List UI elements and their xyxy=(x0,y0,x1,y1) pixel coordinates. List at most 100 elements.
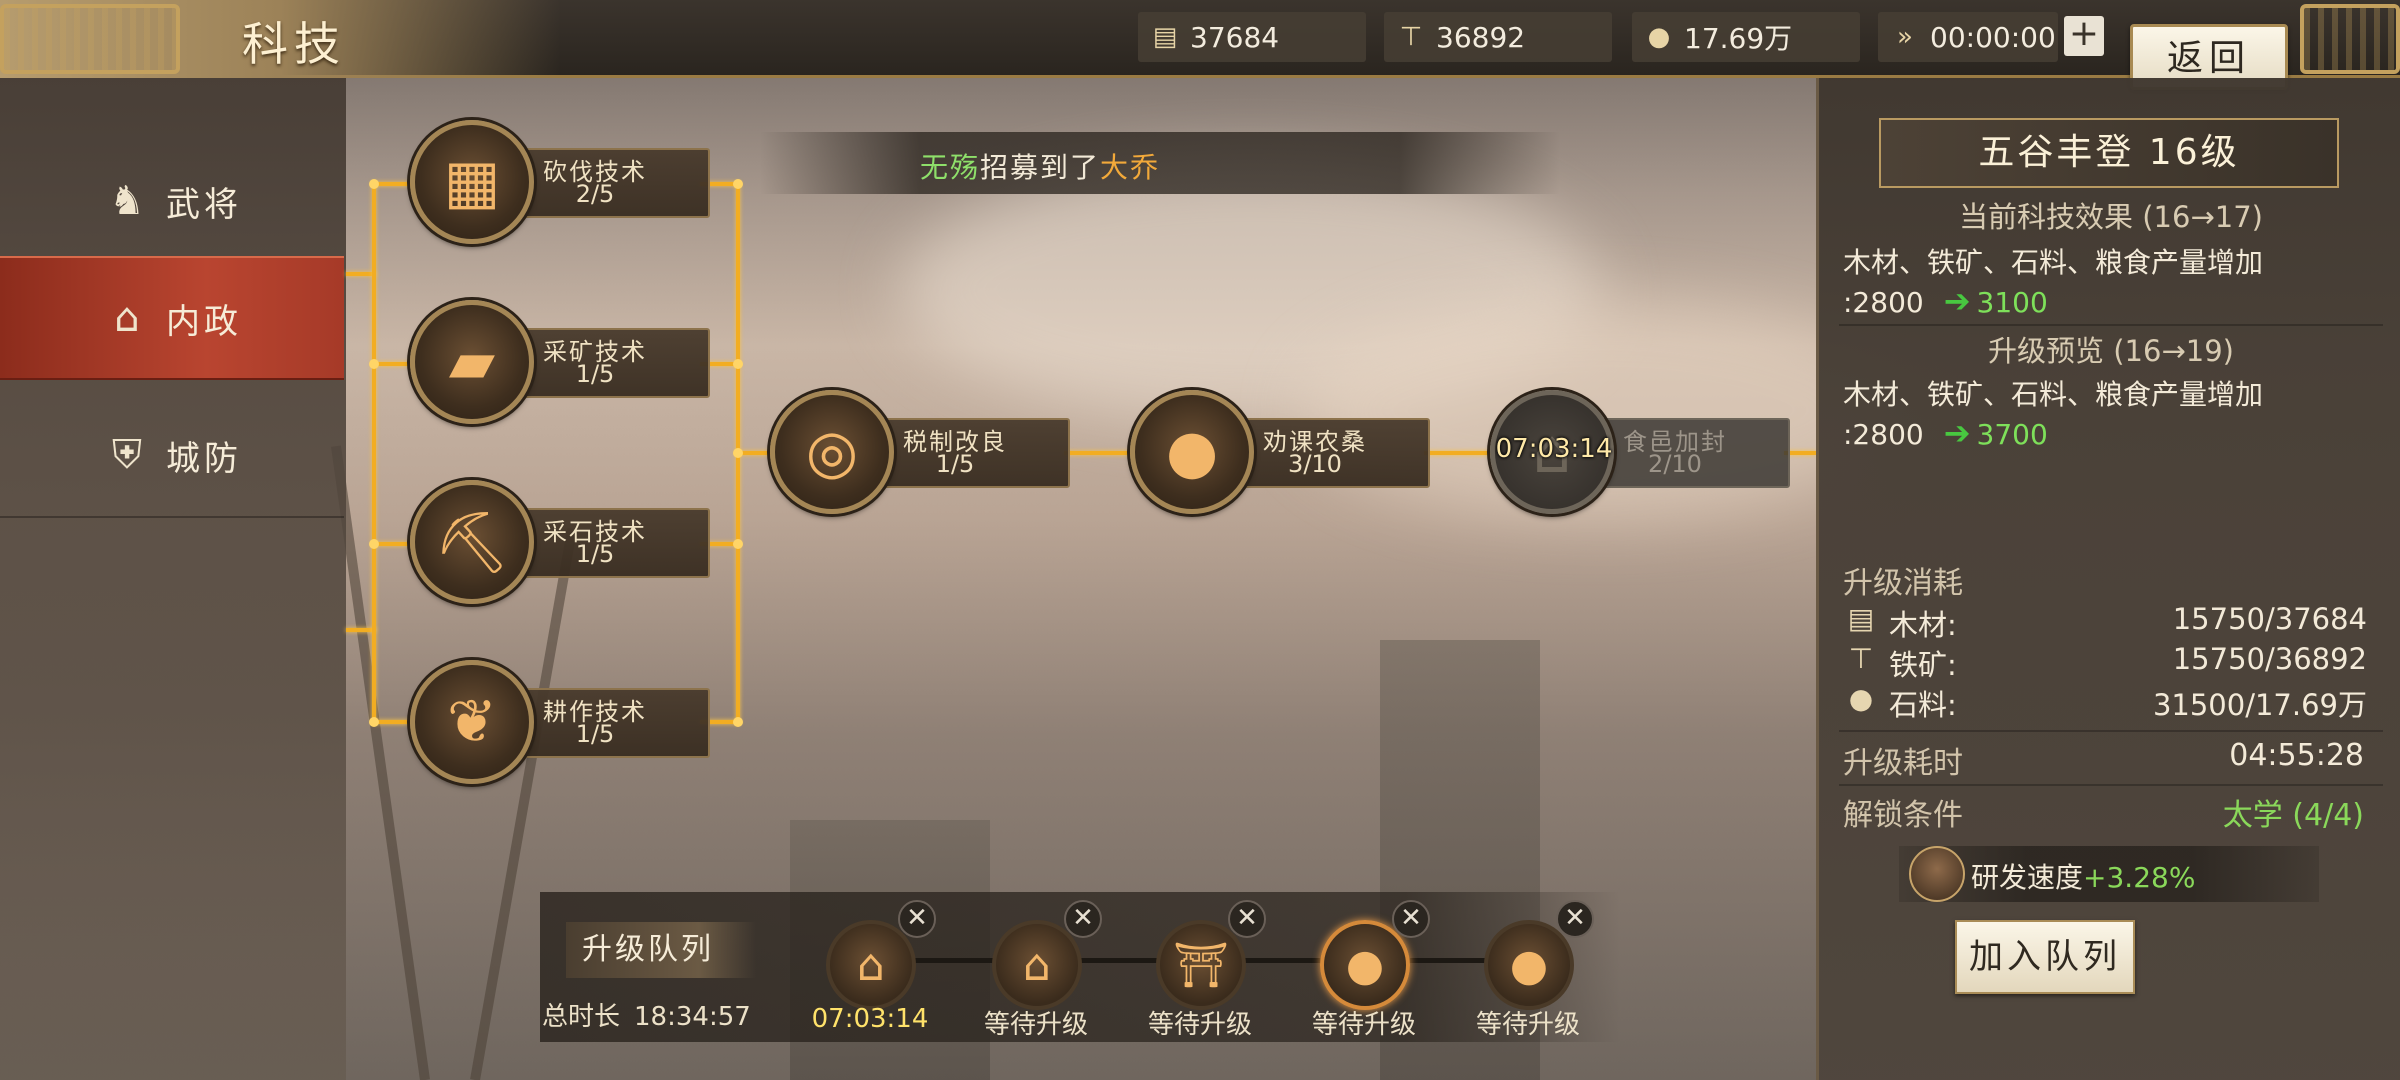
research-speed-text: 研发速度+3.28% xyxy=(1971,856,2195,896)
cost-row-stone: ● 石料: 31500/17.69万 xyxy=(1843,682,2367,722)
tech-node-logging[interactable]: 砍伐技术 2/5 ▦ xyxy=(410,120,710,244)
research-speed-label: 研发速度 xyxy=(1971,861,2084,894)
research-speed-value: +3.28% xyxy=(2083,861,2196,894)
cost-value-stone: 31500/17.69万 xyxy=(2152,688,2367,722)
wood-icon: ▤ xyxy=(1152,22,1178,52)
detail-title: 五谷丰登 16级 xyxy=(1879,118,2339,188)
sidebar-item-domestic[interactable]: ⌂ 内政 xyxy=(0,256,344,380)
defense-icon: ⛨ xyxy=(112,432,146,478)
queue-slot-label: 等待升级 xyxy=(983,1010,1088,1040)
divider xyxy=(1839,730,2383,732)
banner-hero: 无殇 xyxy=(920,151,981,184)
current-effect-desc: 木材、铁矿、石料、粮食产量增加 xyxy=(1843,246,2264,279)
resource-stone: ● 17.69万 xyxy=(1632,12,1860,62)
tree-node-dot xyxy=(369,539,379,549)
close-icon[interactable]: ✕ xyxy=(1064,900,1102,938)
tech-node-fief[interactable]: 食邑加封 2/10 ⌂ 07:03:14 xyxy=(1490,390,1790,514)
current-effect-title: 当前科技效果 (16→17) xyxy=(1959,200,2263,234)
banner-target: 大乔 xyxy=(1100,151,1161,184)
queue-slot-label: 等待升级 xyxy=(1475,1010,1580,1040)
tech-detail-panel: 五谷丰登 16级 当前科技效果 (16→17) 木材、铁矿、石料、粮食产量增加 … xyxy=(1816,78,2400,1080)
close-icon[interactable]: ✕ xyxy=(898,900,936,938)
grain-sack-icon: ● xyxy=(1484,920,1574,1010)
tree-node-dot xyxy=(733,179,743,189)
page-title: 科技 xyxy=(242,17,346,71)
queue-total: 总时长 18:34:57 xyxy=(542,996,751,1033)
close-icon[interactable]: ✕ xyxy=(1228,900,1266,938)
sidebar-item-generals[interactable]: ♞ 武将 xyxy=(0,140,344,264)
preview-desc: 木材、铁矿、石料、粮食产量增加 xyxy=(1843,378,2264,411)
grain-sack-icon: ● xyxy=(1130,390,1254,514)
queue-slot-label: 等待升级 xyxy=(1147,1010,1252,1040)
queue-slot[interactable]: ⌂ ✕ 07:03:14 xyxy=(790,900,950,1040)
iron-icon: ⊤ xyxy=(1399,22,1423,52)
current-effect-values: :2800 ➔ 3100 xyxy=(1843,282,2263,322)
ornament-left xyxy=(0,4,180,74)
queue-title: 升级队列 xyxy=(566,922,756,978)
cost-label-iron: 铁矿: xyxy=(1889,648,1957,682)
stone-icon: ● xyxy=(1647,22,1671,52)
queue-slot[interactable]: ● ✕ 等待升级 xyxy=(1448,900,1608,1040)
cost-label-stone: 石料: xyxy=(1889,688,1957,722)
general-icon: ♞ xyxy=(109,178,149,224)
banner-message: 无殇招募到了大乔 xyxy=(920,146,1160,186)
tech-node-agriculture[interactable]: 劝课农桑 3/10 ● xyxy=(1130,390,1430,514)
tree-node-dot xyxy=(369,179,379,189)
tree-line xyxy=(1064,451,1132,455)
iron-icon: ⊤ xyxy=(1848,642,1874,675)
arrow-right-icon: ➔ xyxy=(1943,282,1971,320)
wood-icon: ▤ xyxy=(1847,602,1875,635)
domestic-icon: ⌂ xyxy=(114,295,144,341)
tree-node-dot xyxy=(733,717,743,727)
tech-node-farming[interactable]: 耕作技术 1/5 ❦ xyxy=(410,660,710,784)
cost-label-wood: 木材: xyxy=(1889,608,1957,642)
ornament-right xyxy=(2300,4,2400,74)
pickaxe-icon: ⛏ xyxy=(410,480,534,604)
queue-slot[interactable]: ⛩ ✕ 等待升级 xyxy=(1120,900,1280,1040)
tech-node-tax-reform[interactable]: 税制改良 1/5 ◎ xyxy=(770,390,1070,514)
tech-node-timer: 07:03:14 xyxy=(1495,434,1613,464)
close-icon[interactable]: ✕ xyxy=(1392,900,1430,938)
resource-iron: ⊤ 36892 xyxy=(1384,12,1612,62)
coins-icon: ◎ xyxy=(770,390,894,514)
preview-to: 3700 xyxy=(1976,418,2048,451)
add-speedup-button[interactable]: + xyxy=(2064,16,2104,56)
queue-total-value: 18:34:57 xyxy=(634,1002,751,1032)
cost-value-iron: 15750/36892 xyxy=(2172,642,2367,676)
close-icon[interactable]: ✕ xyxy=(1556,900,1594,938)
unlock-value: 太学 (4/4) xyxy=(2222,798,2364,833)
preview-text: 木材、铁矿、石料、粮食产量增加 :2800 ➔ 3700 xyxy=(1843,376,2263,454)
avatar xyxy=(1909,846,1965,902)
preview-title: 升级预览 (16→19) xyxy=(1988,334,2234,368)
resource-value: 37684 xyxy=(1190,20,1280,54)
recruit-banner: 无殇招募到了大乔 xyxy=(760,132,1560,194)
current-effect-text: 木材、铁矿、石料、粮食产量增加 :2800 ➔ 3100 xyxy=(1843,244,2263,322)
cost-row-wood: ▤ 木材: 15750/37684 xyxy=(1843,602,2367,642)
resource-value: 00:00:00 xyxy=(1930,20,2056,54)
tech-node-quarrying[interactable]: 采石技术 1/5 ⛏ xyxy=(410,480,710,604)
sidebar-item-defense[interactable]: ⛨ 城防 xyxy=(0,394,344,518)
tree-line xyxy=(372,182,376,722)
current-effect-from: :2800 xyxy=(1843,286,1924,319)
queue-slot[interactable]: ⌂ ✕ 等待升级 xyxy=(956,900,1116,1040)
resource-value: 17.69万 xyxy=(1684,22,1793,55)
unlock-label: 解锁条件 xyxy=(1843,798,1963,833)
queue-total-label: 总时长 xyxy=(542,1002,621,1032)
queue-slot-label: 07:03:14 xyxy=(811,1004,929,1034)
preview-from: :2800 xyxy=(1843,418,1924,451)
tree-node-dot xyxy=(369,717,379,727)
sidebar-item-label: 武将 xyxy=(166,184,242,225)
sidebar: ♞ 武将 ⌂ 内政 ⛨ 城防 xyxy=(0,78,346,1080)
cost-label: 升级消耗 xyxy=(1843,566,1963,601)
divider xyxy=(1839,324,2383,326)
preview-values: :2800 ➔ 3700 xyxy=(1843,414,2263,454)
stone-icon: ● xyxy=(1848,682,1874,715)
cost-row-iron: ⊤ 铁矿: 15750/36892 xyxy=(1843,642,2367,682)
resource-wood: ▤ 37684 xyxy=(1138,12,1366,62)
queue-slot[interactable]: ● ✕ 等待升级 xyxy=(1284,900,1444,1040)
cost-value-wood: 15750/37684 xyxy=(2172,602,2367,636)
tech-node-mining[interactable]: 采矿技术 1/5 ▰ xyxy=(410,300,710,424)
ingot-icon: ▰ xyxy=(410,300,534,424)
add-to-queue-button[interactable]: 加入队列 xyxy=(1955,920,2135,994)
research-speed-bar: 研发速度+3.28% xyxy=(1899,846,2319,902)
